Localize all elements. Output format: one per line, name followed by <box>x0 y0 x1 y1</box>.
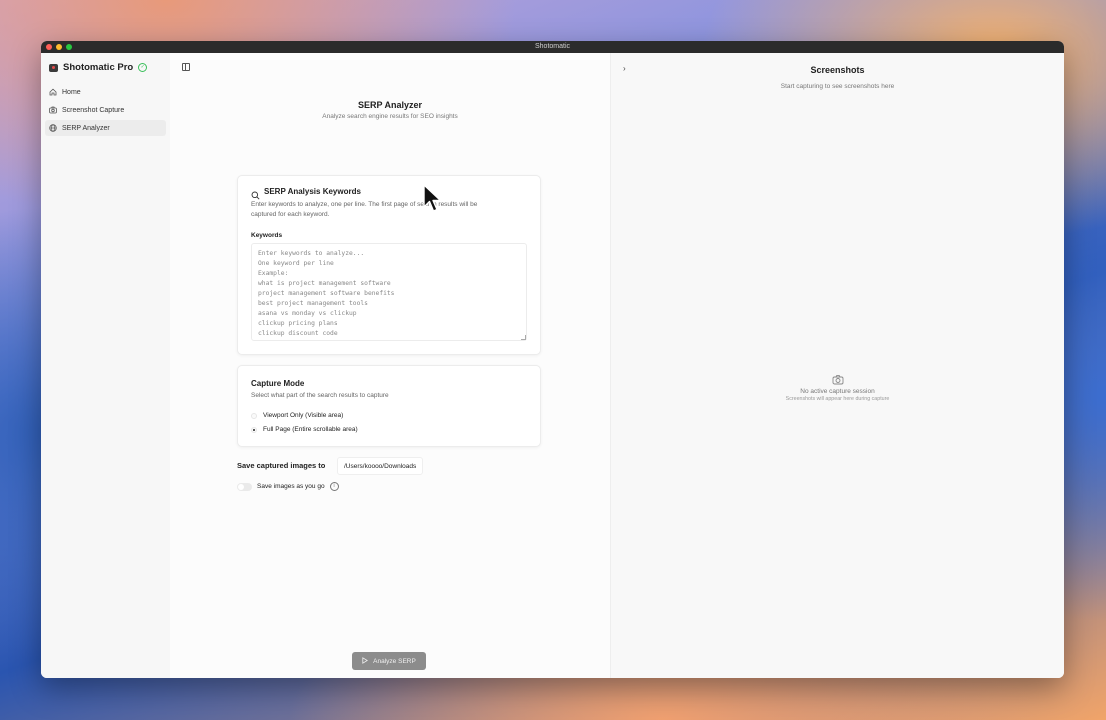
analyze-serp-label: Analyze SERP <box>373 657 416 665</box>
radio-button[interactable] <box>251 426 257 433</box>
capture-mode-card: Capture Mode Select what part of the sea… <box>237 365 541 447</box>
keywords-card: SERP Analysis Keywords Enter keywords to… <box>237 175 541 355</box>
sidebar-item-label: Screenshot Capture <box>62 106 125 114</box>
sidebar-item-home[interactable]: Home <box>45 84 166 100</box>
info-icon[interactable]: i <box>329 482 339 491</box>
save-as-you-go-row: Save images as you go i <box>237 482 339 491</box>
minimize-window-button[interactable] <box>56 44 62 50</box>
radio-viewport-only[interactable]: Viewport Only (Visible area) <box>251 412 343 419</box>
capture-mode-description: Select what part of the search results t… <box>251 392 389 399</box>
radio-full-page[interactable]: Full Page (Entire scrollable area) <box>251 426 358 433</box>
description-line: Enter keywords to analyze, one per line.… <box>251 201 478 208</box>
screenshots-subtitle: Start capturing to see screenshots here <box>780 83 895 90</box>
sidebar-item-serp-analyzer[interactable]: SERP Analyzer <box>45 120 166 136</box>
sidebar: Shotomatic Pro ✓ Home Screenshot Capture… <box>41 53 170 678</box>
home-icon <box>49 88 57 96</box>
brand-name: Shotomatic Pro <box>63 62 134 73</box>
brand: Shotomatic Pro ✓ <box>49 62 148 73</box>
sidebar-item-screenshot-capture[interactable]: Screenshot Capture <box>45 102 166 118</box>
save-path-field[interactable]: /Users/koooo/Downloads <box>337 457 424 475</box>
app-logo-icon <box>49 63 58 72</box>
screenshots-panel: › Screenshots Start capturing to see scr… <box>610 53 1064 678</box>
toggle-sidebar-icon[interactable] <box>182 63 190 71</box>
keywords-textarea[interactable]: Enter keywords to analyze... One keyword… <box>251 243 527 341</box>
resize-grip-icon[interactable] <box>521 335 526 340</box>
analyze-serp-button[interactable]: Analyze SERP <box>352 652 426 670</box>
screenshots-title: Screenshots <box>810 65 865 75</box>
mouse-cursor-icon <box>423 184 442 212</box>
camera-icon <box>49 106 57 114</box>
page-title: SERP Analyzer <box>357 100 423 110</box>
zoom-window-button[interactable] <box>66 44 72 50</box>
radio-button[interactable] <box>251 412 257 419</box>
page-subtitle: Analyze search engine results for SEO in… <box>322 113 458 120</box>
radio-label: Viewport Only (Visible area) <box>263 412 344 419</box>
camera-icon <box>832 373 844 385</box>
save-location-label: Save captured images to <box>237 461 326 470</box>
keywords-card-title: SERP Analysis Keywords <box>264 187 361 196</box>
sidebar-item-label: Home <box>62 88 81 96</box>
description-line: captured for each keyword. <box>251 211 330 218</box>
save-as-you-go-toggle[interactable] <box>237 482 252 491</box>
sidebar-item-label: SERP Analyzer <box>62 124 110 132</box>
keywords-card-description: Enter keywords to analyze, one per line.… <box>251 200 477 220</box>
globe-icon <box>49 124 57 132</box>
empty-state: No active capture session Screenshots wi… <box>611 373 1064 402</box>
capture-mode-title: Capture Mode <box>251 379 305 388</box>
save-as-you-go-label: Save images as you go <box>257 483 325 490</box>
play-icon <box>362 656 369 666</box>
radio-label: Full Page (Entire scrollable area) <box>263 426 358 433</box>
keywords-label: Keywords <box>251 232 283 239</box>
close-window-button[interactable] <box>46 44 52 50</box>
pro-check-icon: ✓ <box>138 63 148 72</box>
main-panel: SERP Analyzer Analyze search engine resu… <box>170 53 610 678</box>
empty-state-subtitle: Screenshots will appear here during capt… <box>785 396 890 402</box>
window-title: Shotomatic <box>534 43 571 50</box>
empty-state-title: No active capture session <box>800 388 875 395</box>
app-window: Shotomatic Shotomatic Pro ✓ Home Screens… <box>41 41 1064 678</box>
title-bar: Shotomatic <box>41 41 1064 53</box>
